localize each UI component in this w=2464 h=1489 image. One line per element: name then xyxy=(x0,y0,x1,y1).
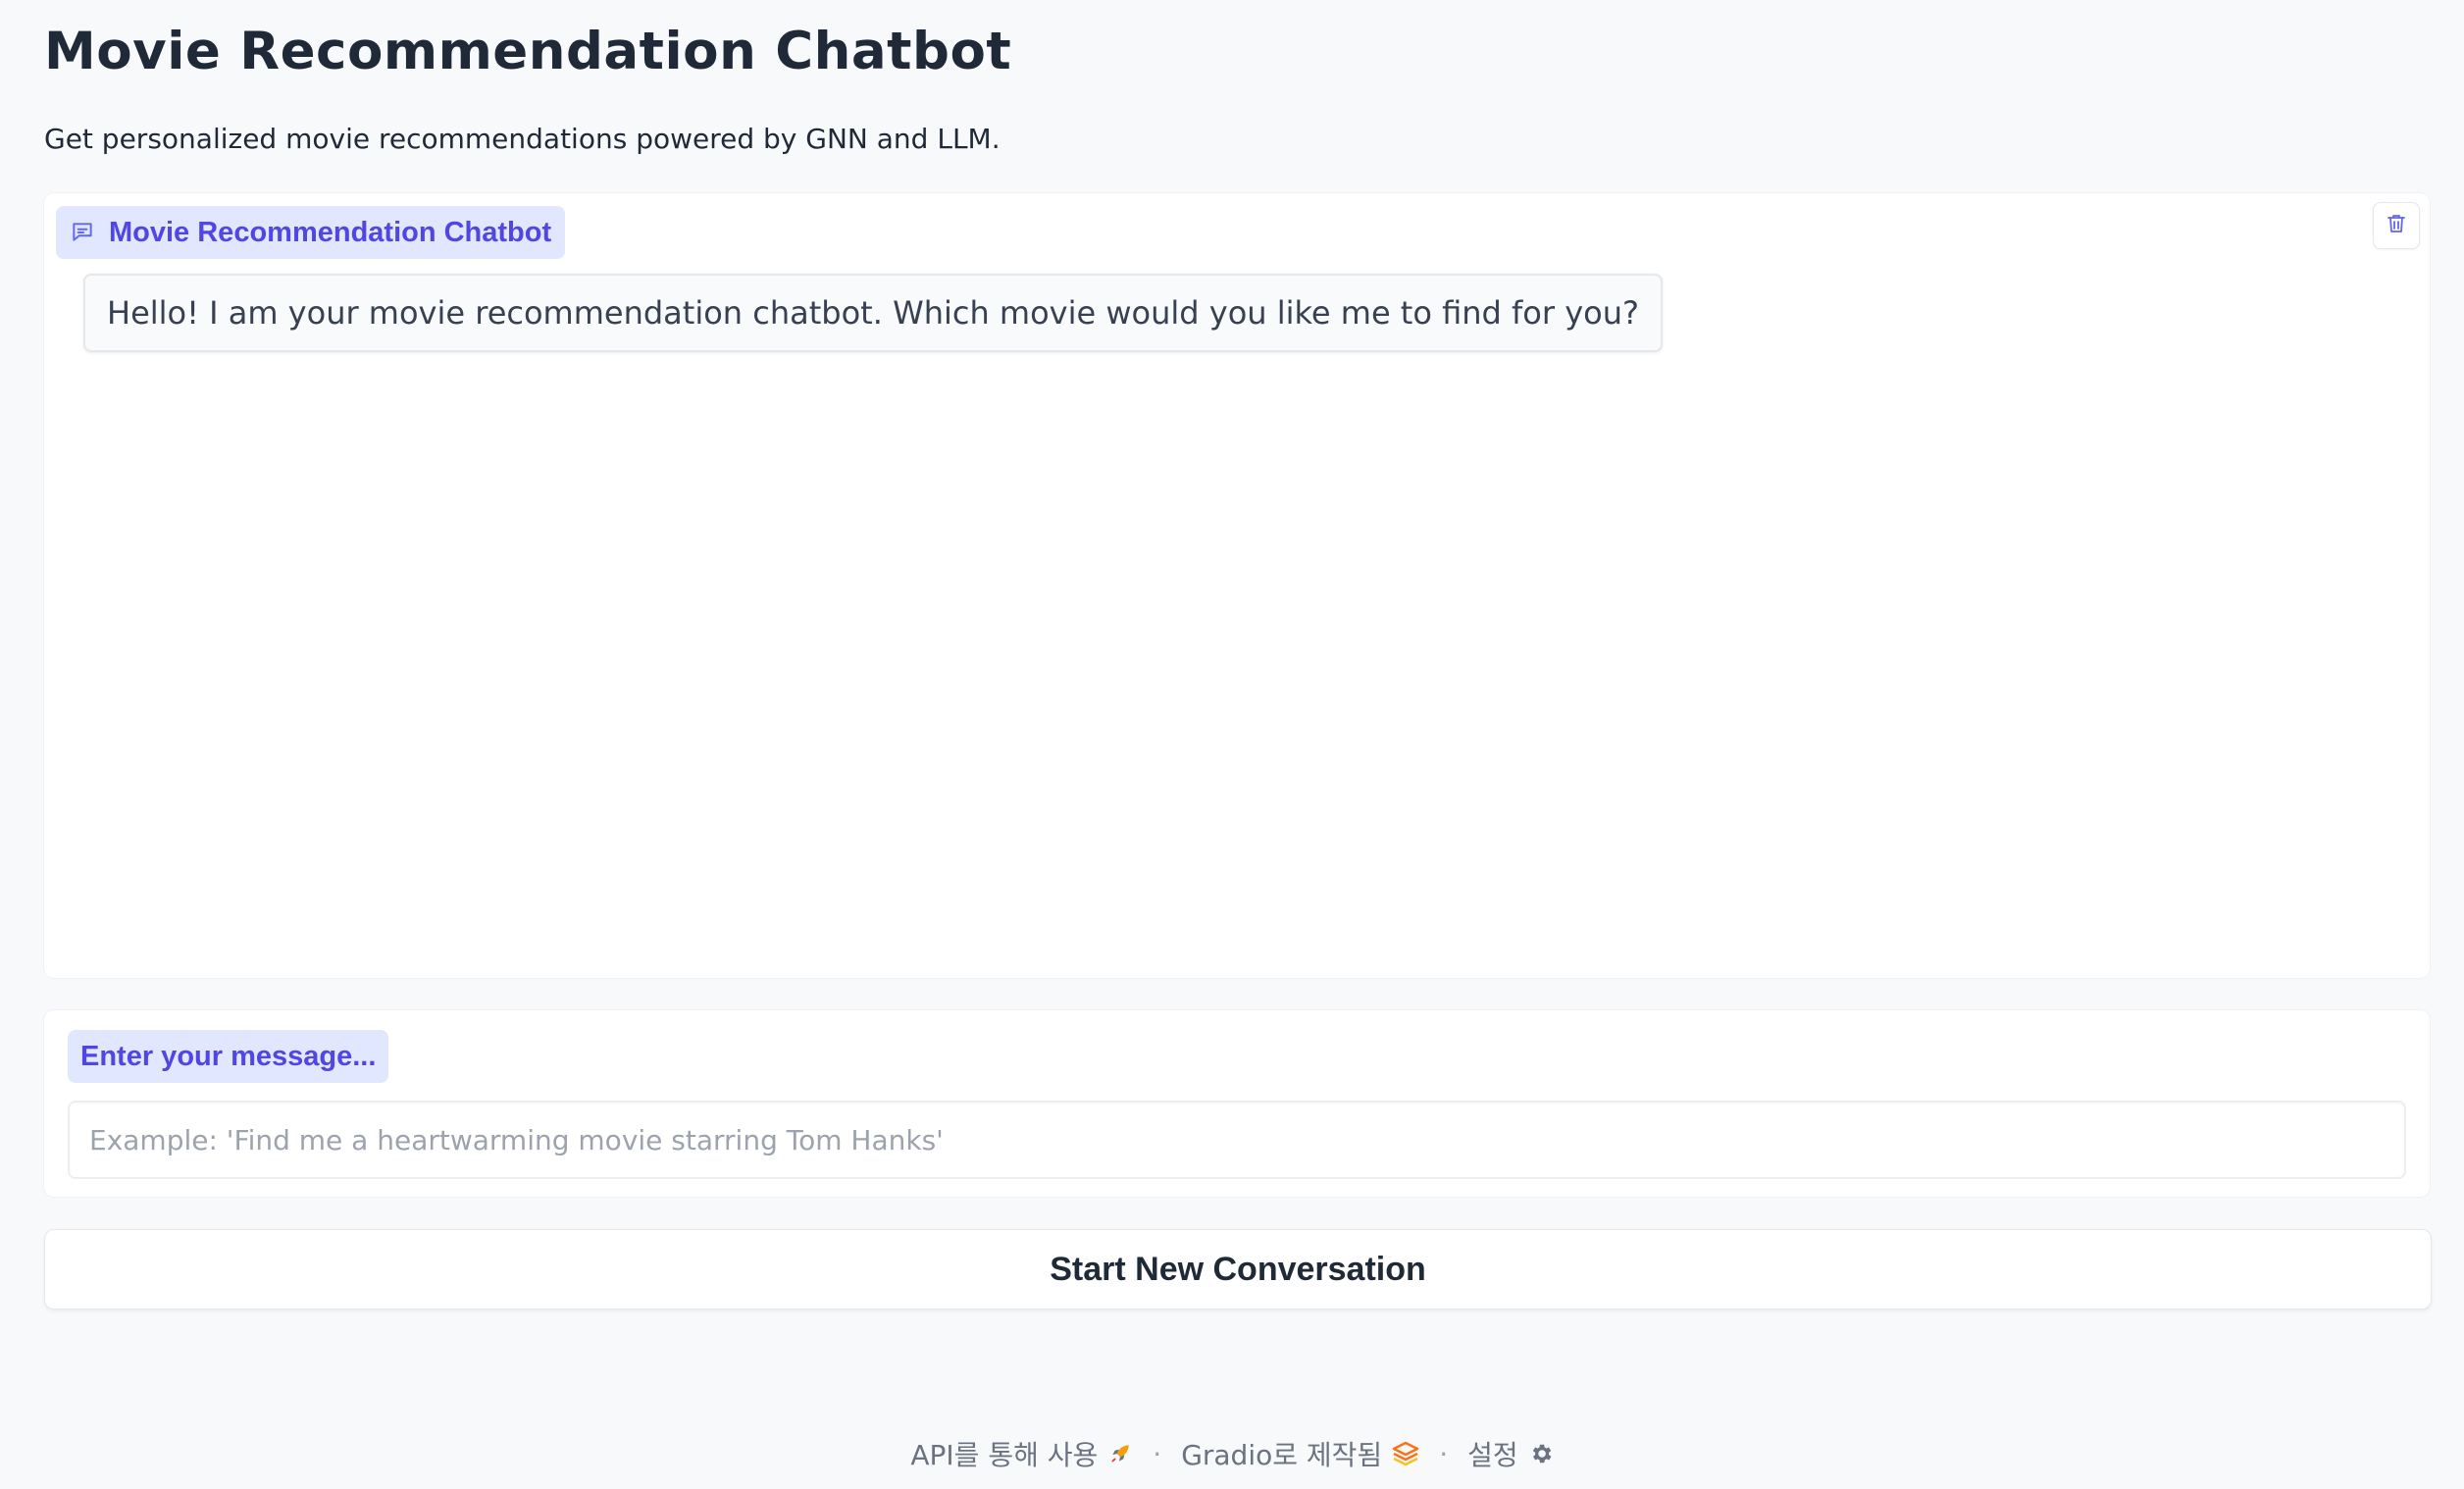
clear-chat-button[interactable] xyxy=(2373,202,2420,249)
page-subtitle: Get personalized movie recommendations p… xyxy=(44,123,1001,155)
footer: API를 통해 사용 · Gradio로 제작됨 · 설정 xyxy=(0,1432,2464,1475)
gradio-link-label: Gradio로 제작됨 xyxy=(1181,1439,1383,1471)
api-link-label: API를 통해 사용 xyxy=(910,1439,1099,1471)
gradio-link[interactable]: Gradio로 제작됨 xyxy=(1181,1434,1419,1473)
message-input[interactable] xyxy=(68,1101,2406,1179)
gradio-logo-icon xyxy=(1392,1441,1419,1466)
chat-icon xyxy=(70,220,95,245)
settings-link[interactable]: 설정 xyxy=(1467,1434,1554,1473)
footer-separator: · xyxy=(1153,1437,1162,1470)
chatbot-label-text: Movie Recommendation Chatbot xyxy=(109,216,552,248)
start-new-conversation-button[interactable]: Start New Conversation xyxy=(44,1229,2432,1309)
trash-icon xyxy=(2385,212,2408,239)
chatbot-label: Movie Recommendation Chatbot xyxy=(56,206,566,259)
settings-link-label: 설정 xyxy=(1467,1439,1518,1471)
chatbot-panel: Movie Recommendation Chatbot Hello! I am… xyxy=(44,193,2430,978)
api-link[interactable]: API를 통해 사용 xyxy=(910,1434,1133,1473)
bot-message: Hello! I am your movie recommendation ch… xyxy=(83,274,1663,352)
message-input-label: Enter your message... xyxy=(68,1030,389,1083)
page-title: Movie Recommendation Chatbot xyxy=(44,22,1012,81)
gear-icon xyxy=(1528,1441,1554,1466)
footer-separator: · xyxy=(1439,1437,1449,1470)
message-input-panel: Enter your message... xyxy=(44,1010,2430,1197)
rocket-icon xyxy=(1107,1441,1133,1466)
